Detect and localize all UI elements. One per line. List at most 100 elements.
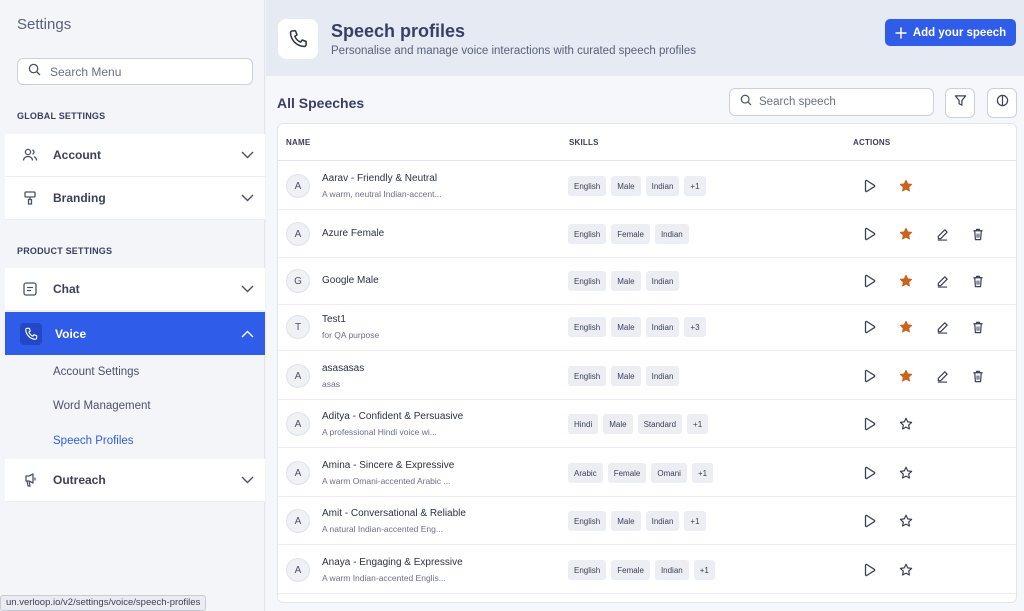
play-icon[interactable] (860, 318, 878, 336)
star-filled-icon[interactable] (897, 367, 915, 385)
play-icon[interactable] (860, 177, 878, 195)
avatar: A (286, 461, 310, 485)
users-icon (20, 145, 40, 165)
skill-chip: Arabic (568, 463, 603, 483)
table-row[interactable]: A Amit - Conversational & Reliable A natur… (278, 497, 1016, 545)
edit-icon[interactable] (933, 367, 951, 385)
star-filled-icon[interactable] (897, 272, 915, 290)
search-icon (740, 93, 752, 111)
skills-list: English Female Indian (568, 224, 689, 244)
skills-list: English Male Indian +1 (568, 511, 706, 531)
speech-name: Google Male (322, 275, 379, 286)
speech-description: A warm Omani-accented Arabic ... (322, 476, 451, 486)
skill-chip: Indian (645, 271, 680, 291)
table-row[interactable]: A Amina - Sincere & Expressive A warm Oman… (278, 449, 1016, 497)
skill-chip: Standard (637, 414, 683, 434)
skill-chip: Indian (654, 224, 689, 244)
table-row[interactable]: Aasasasas asas English Male Indian (278, 352, 1016, 400)
sidebar-item-chat[interactable]: Chat (5, 268, 265, 311)
star-filled-icon[interactable] (897, 225, 915, 243)
columns-button[interactable] (987, 88, 1017, 118)
avatar: A (286, 558, 310, 582)
sidebar-item-label: Branding (53, 191, 106, 205)
star-outline-icon[interactable] (897, 561, 915, 579)
skill-chip: English (568, 224, 607, 244)
edit-icon[interactable] (933, 318, 951, 336)
sub-item-account-settings[interactable]: Account Settings (53, 366, 139, 378)
skill-chip: Indian (645, 366, 680, 386)
play-icon[interactable] (860, 415, 878, 433)
skill-chip: +1 (693, 560, 715, 580)
search-menu-input[interactable] (50, 64, 230, 79)
skills-list: Arabic Female Omani +1 (568, 463, 714, 483)
edit-icon[interactable] (933, 225, 951, 243)
play-icon[interactable] (860, 512, 878, 530)
page-title: Speech profiles (331, 21, 466, 41)
table-row[interactable]: A Aarav - Friendly & Neutral A warm, neutr… (278, 162, 1016, 210)
sub-item-word-management[interactable]: Word Management (53, 400, 151, 412)
star-outline-icon[interactable] (897, 512, 915, 530)
skill-chip: Female (611, 560, 650, 580)
speech-name: asasasas (322, 363, 365, 374)
skills-list: English Male Indian (568, 271, 680, 291)
search-speech-input[interactable] (759, 96, 924, 108)
sidebar-item-outreach[interactable]: Outreach (5, 459, 265, 502)
filter-button[interactable] (945, 88, 975, 118)
skills-list: English Male Indian +1 (568, 176, 706, 196)
status-url-tooltip: un.verloop.io/v2/settings/voice/speech-p… (0, 595, 207, 611)
global-settings-label: GLOBAL SETTINGS (17, 111, 106, 121)
play-icon[interactable] (860, 367, 878, 385)
skill-chip: +1 (687, 414, 709, 434)
star-filled-icon[interactable] (897, 318, 915, 336)
skill-chip: English (568, 317, 607, 337)
brush-icon (20, 188, 40, 208)
star-filled-icon[interactable] (897, 177, 915, 195)
page-header: Speech profiles Personalise and manage v… (266, 0, 1024, 76)
speech-search[interactable] (729, 88, 934, 116)
filter-icon (954, 94, 967, 112)
sidebar-item-account[interactable]: Account (5, 134, 265, 177)
avatar: A (286, 412, 310, 436)
speech-name: Aditya - Confident & Persuasive (322, 411, 464, 422)
speech-description: A warm Indian-accented Englis... (322, 573, 446, 583)
play-icon[interactable] (860, 561, 878, 579)
sidebar-title: Settings (17, 16, 72, 33)
speech-table: NAME SKILLS ACTIONS A Aarav - Friendly & … (277, 123, 1017, 603)
skill-chip: Male (611, 176, 641, 196)
table-row[interactable]: T Test1 for QA purpose English Male Indian +3 (278, 303, 1016, 351)
trash-icon[interactable] (969, 367, 987, 385)
chevron-down-icon (240, 282, 254, 296)
search-icon (28, 63, 41, 81)
sidebar-item-voice[interactable]: Voice (5, 312, 265, 355)
skill-chip: English (568, 176, 607, 196)
add-speech-button[interactable]: Add your speech (885, 19, 1016, 46)
star-outline-icon[interactable] (897, 415, 915, 433)
columns-icon (996, 94, 1009, 112)
phone-icon (20, 322, 42, 345)
sidebar-item-branding[interactable]: Branding (5, 177, 265, 220)
edit-icon[interactable] (933, 272, 951, 290)
column-header-name: NAME (286, 138, 311, 147)
star-outline-icon[interactable] (897, 464, 915, 482)
table-row[interactable]: A Aditya - Confident & Persuasive A profes… (278, 400, 1016, 448)
skill-chip: Male (611, 271, 641, 291)
sidebar-search[interactable] (17, 58, 253, 85)
trash-icon[interactable] (969, 225, 987, 243)
table-row[interactable]: A Azure Female English Female Indian (278, 210, 1016, 258)
play-icon[interactable] (860, 464, 878, 482)
table-row[interactable]: A Anaya - Engaging & Expressive A warm Ind… (278, 546, 1016, 594)
speech-name: Amit - Conversational & Reliable (322, 508, 466, 519)
trash-icon[interactable] (969, 318, 987, 336)
skill-chip: +1 (691, 463, 714, 483)
skill-chip: Male (611, 511, 641, 531)
sidebar: Settings GLOBAL SETTINGS Account Brandin… (0, 0, 265, 611)
skill-chip: +3 (684, 317, 706, 337)
plus-icon (895, 26, 907, 39)
play-icon[interactable] (860, 272, 878, 290)
all-speeches-title: All Speeches (277, 95, 365, 111)
table-row[interactable]: G Google Male English Male Indian (278, 257, 1016, 305)
sub-item-speech-profiles[interactable]: Speech Profiles (53, 435, 134, 447)
play-icon[interactable] (860, 225, 878, 243)
trash-icon[interactable] (969, 272, 987, 290)
speech-description: for QA purpose (322, 330, 380, 340)
